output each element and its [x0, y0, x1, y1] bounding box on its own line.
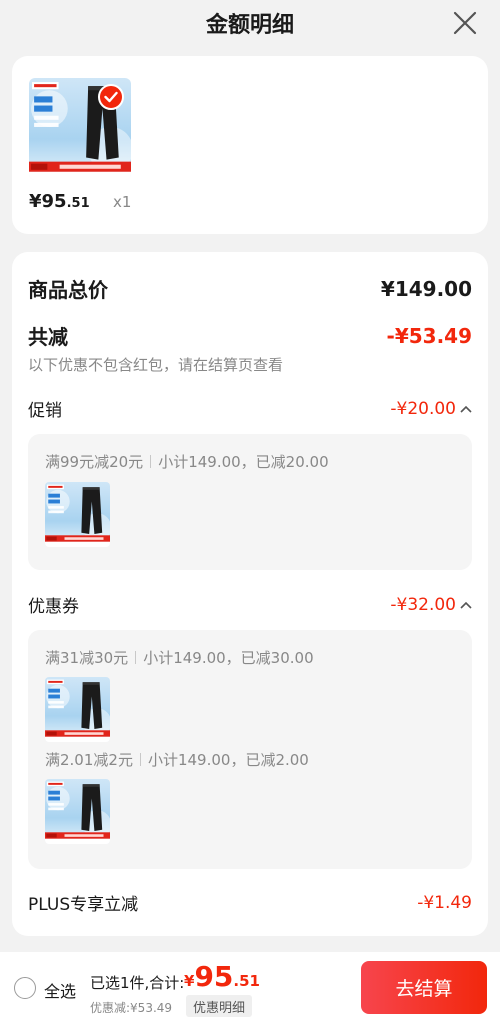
coupon-group: 满31减30元 小计149.00，已减30.00 满2.01减2元 小计149.00…	[28, 630, 472, 869]
promotion-group: 满99元减20元 小计149.00，已减20.00	[28, 434, 472, 570]
discount-summary: 优惠减:¥53.49	[90, 1001, 173, 1015]
chevron-up-icon[interactable]	[460, 405, 472, 413]
plus-label: PLUS专享立减	[28, 895, 139, 915]
select-all-radio[interactable]	[14, 977, 36, 999]
plus-row: PLUS专享立减 -¥1.49	[28, 890, 472, 916]
product-price: ¥95.51	[29, 191, 90, 212]
discount-detail-button[interactable]: 优惠明细	[186, 995, 253, 1017]
price-decimal: .51	[66, 196, 90, 211]
rule-name: 满31减30元	[45, 649, 129, 667]
coupon-value: -¥32.00	[390, 594, 456, 615]
product-thumbnail[interactable]	[45, 677, 110, 742]
promotion-value-wrap: -¥20.00	[390, 399, 472, 419]
goods-total-row: 商品总价 ¥149.00	[28, 274, 472, 303]
total-decimal: .51	[233, 972, 260, 990]
chevron-up-icon[interactable]	[460, 601, 472, 609]
divider	[139, 753, 141, 766]
plus-value: -¥1.49	[417, 892, 472, 913]
price-symbol: ¥	[29, 191, 42, 212]
total-price: ¥95.51	[184, 960, 260, 993]
total-reduce-value: -¥53.49	[386, 323, 472, 348]
select-all-label[interactable]: 全选	[44, 978, 76, 1002]
total-symbol: ¥	[184, 972, 195, 990]
price-int: 95	[41, 191, 67, 212]
promotion-row[interactable]: 促销 -¥20.00	[28, 396, 472, 421]
rule-detail: 小计149.00，已减2.00	[147, 751, 309, 769]
product-card: ¥95.51 x1	[12, 56, 488, 234]
rule-name: 满99元减20元	[45, 453, 144, 471]
product-quantity: x1	[113, 193, 132, 211]
modal-header: 金额明细	[0, 0, 500, 46]
total-reduce-label: 共减	[28, 325, 68, 349]
rule-name: 满2.01减2元	[45, 751, 133, 769]
discount-detail-card: 商品总价 ¥149.00 共减 -¥53.49 以下优惠不包含红包，请在结算页查…	[12, 252, 488, 936]
divider	[150, 455, 152, 468]
discount-hint: 以下优惠不包含红包，请在结算页查看	[28, 356, 284, 374]
selected-count-text: 已选1件,合计:	[90, 974, 185, 992]
close-icon[interactable]	[452, 10, 478, 36]
coupon-rule-line: 满2.01减2元 小计149.00，已减2.00	[45, 749, 309, 770]
promotion-rule-line: 满99元减20元 小计149.00，已减20.00	[45, 451, 329, 472]
selected-check-icon[interactable]	[98, 84, 124, 110]
rule-detail: 小计149.00，已减20.00	[158, 453, 329, 471]
goods-total-label: 商品总价	[28, 278, 108, 302]
divider	[135, 651, 137, 664]
checkout-bar: 全选 已选1件,合计: ¥95.51 优惠减:¥53.49 优惠明细 去结算	[0, 952, 500, 1022]
goods-total-value: ¥149.00	[380, 276, 472, 301]
total-int: 95	[194, 960, 234, 993]
product-thumbnail[interactable]	[45, 482, 110, 547]
product-thumbnail[interactable]	[45, 779, 110, 844]
coupon-label: 优惠券	[28, 597, 79, 617]
page-title: 金额明细	[205, 13, 294, 38]
promotion-label: 促销	[28, 401, 62, 421]
coupon-rule-line: 满31减30元 小计149.00，已减30.00	[45, 647, 314, 668]
rule-detail: 小计149.00，已减30.00	[143, 649, 314, 667]
coupon-value-wrap: -¥32.00	[390, 595, 472, 615]
promotion-value: -¥20.00	[390, 398, 456, 419]
checkout-button[interactable]: 去结算	[361, 961, 487, 1014]
coupon-row[interactable]: 优惠券 -¥32.00	[28, 592, 472, 617]
total-reduce-row: 共减 -¥53.49	[28, 321, 472, 350]
